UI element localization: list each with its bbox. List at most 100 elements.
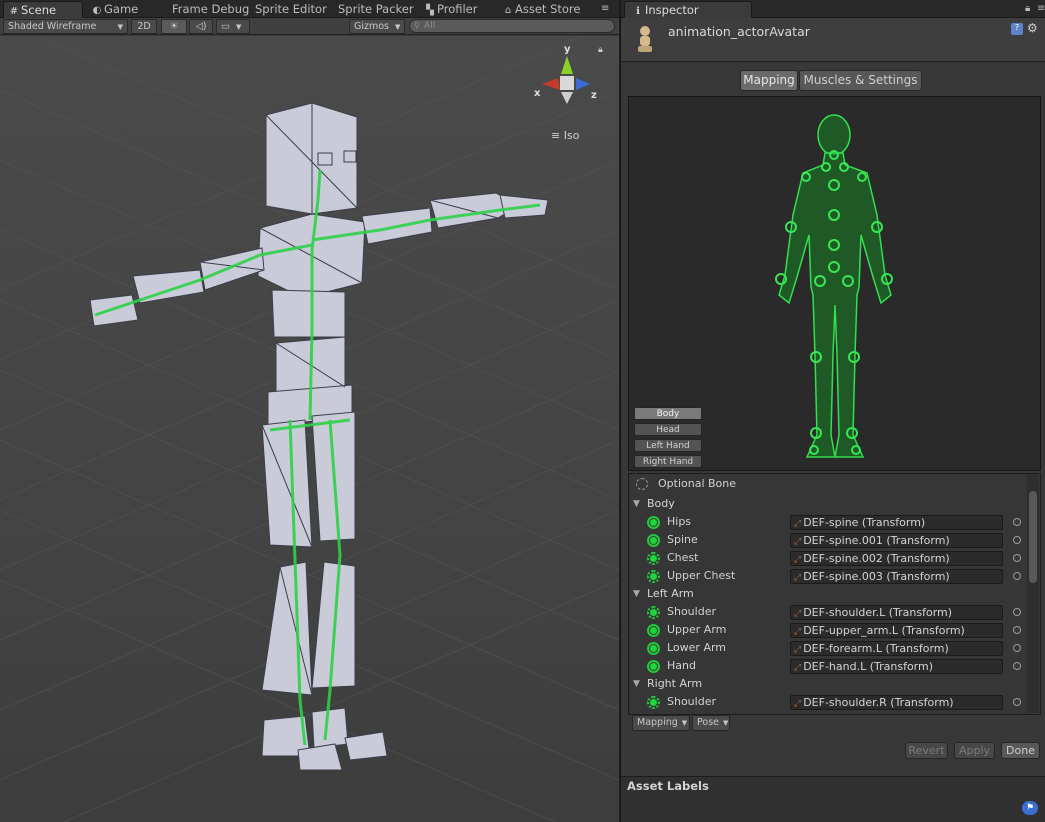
bone-status-icon (647, 624, 660, 637)
2d-toggle[interactable]: 2D (131, 19, 157, 34)
lighting-toggle[interactable]: ☀ (161, 19, 187, 34)
inspector-panel: ℹ Inspector 🔒︎ ≡ animation_actorAvatar ? … (620, 0, 1045, 822)
orientation-gizmo[interactable] (530, 46, 600, 106)
z-axis-cone[interactable] (576, 78, 590, 90)
panel-menu-icon[interactable]: ≡ (601, 1, 609, 18)
transform-icon: ⤢ (794, 555, 802, 565)
tab-inspector[interactable]: ℹ Inspector (624, 1, 752, 18)
pose-dropdown[interactable]: Pose ▼ (692, 715, 730, 731)
transform-field[interactable]: ⤢ DEF-spine.001 (Transform) (790, 533, 1003, 548)
bone-row: Shoulder ⤢ DEF-shoulder.L (Transform) (629, 603, 1027, 621)
expand-triangle-icon: ▼ (633, 499, 640, 509)
inspector-tab-bar: ℹ Inspector 🔒︎ ≡ (621, 0, 1045, 18)
avatar-body-view: Body Head Left Hand Right Hand (628, 96, 1041, 471)
gizmos-dropdown[interactable]: Gizmos ▼ (349, 19, 405, 34)
help-icon[interactable]: ? (1011, 23, 1023, 35)
apply-button[interactable]: Apply (954, 742, 995, 759)
bone-row: Upper Arm ⤢ DEF-upper_arm.L (Transform) (629, 621, 1027, 639)
object-picker-icon[interactable] (1013, 662, 1021, 670)
menu-lines-icon: ≡ (551, 129, 561, 142)
transform-field[interactable]: ⤢ DEF-spine.003 (Transform) (790, 569, 1003, 584)
x-axis-cone[interactable] (542, 78, 560, 90)
bone-status-icon (647, 606, 660, 619)
inspector-lock-icon[interactable]: 🔒︎ (1025, 1, 1030, 18)
tab-scene[interactable]: # Scene (3, 1, 83, 18)
transform-icon: ⤢ (794, 663, 802, 673)
bone-mapping-list: Optional Bone ▼ Body Hips ⤢ DEF-spine (Tran… (628, 473, 1041, 715)
image-icon: ▭ (221, 21, 230, 32)
object-picker-icon[interactable] (1013, 554, 1021, 562)
scrollbar-thumb[interactable] (1029, 491, 1037, 583)
asset-name: animation_actorAvatar (668, 24, 810, 39)
scene-panel: # Scene ◐ Game Frame Debug Sprite Editor S… (0, 0, 619, 822)
tab-profiler[interactable]: ▚ Profiler (425, 1, 477, 18)
list-scrollbar[interactable] (1027, 475, 1039, 713)
bone-row: Hand ⤢ DEF-hand.L (Transform) (629, 657, 1027, 675)
tab-sprite-editor[interactable]: Sprite Editor (255, 1, 327, 18)
tab-muscles-settings[interactable]: Muscles & Settings (799, 70, 922, 91)
tab-sprite-packer[interactable]: Sprite Packer (338, 1, 414, 18)
bone-row: Lower Arm ⤢ DEF-forearm.L (Transform) (629, 639, 1027, 657)
object-picker-icon[interactable] (1013, 518, 1021, 526)
object-picker-icon[interactable] (1013, 644, 1021, 652)
transform-field[interactable]: ⤢ DEF-shoulder.L (Transform) (790, 605, 1003, 620)
body-part-right-hand-button[interactable]: Right Hand (634, 455, 702, 468)
gizmo-x-label: x (534, 88, 541, 99)
transform-icon: ⤢ (794, 627, 802, 637)
settings-gear-icon[interactable]: ⚙ (1027, 21, 1038, 35)
humanoid-silhouette (775, 114, 893, 458)
y-axis-cone[interactable] (561, 56, 573, 74)
scene-3d-view (0, 36, 619, 822)
tab-asset-store[interactable]: ⌂ Asset Store (503, 1, 581, 18)
transform-field[interactable]: ⤢ DEF-spine.002 (Transform) (790, 551, 1003, 566)
transform-icon: ⤢ (794, 573, 802, 583)
revert-button[interactable]: Revert (905, 742, 948, 759)
transform-field[interactable]: ⤢ DEF-upper_arm.L (Transform) (790, 623, 1003, 638)
body-part-head-button[interactable]: Head (634, 423, 702, 436)
bone-row: Upper Chest ⤢ DEF-spine.003 (Transform) (629, 567, 1027, 585)
bone-row: Spine ⤢ DEF-spine.001 (Transform) (629, 531, 1027, 549)
effects-dropdown[interactable]: ▭ ▼ (216, 19, 250, 34)
transform-field[interactable]: ⤢ DEF-spine (Transform) (790, 515, 1003, 530)
projection-toggle[interactable]: ≡ Iso (551, 129, 579, 142)
search-icon: ⚲ (414, 21, 420, 30)
scene-search-input[interactable]: ⚲ All (409, 19, 615, 33)
optional-bone-legend: Optional Bone (629, 475, 1027, 493)
tab-frame-debug[interactable]: Frame Debug (172, 1, 249, 18)
group-right-arm[interactable]: ▼ Right Arm (629, 675, 1027, 693)
transform-icon: ⤢ (794, 645, 802, 655)
bone-status-icon (647, 552, 660, 565)
inspector-header: animation_actorAvatar ? ⚙ (621, 18, 1045, 62)
cart-icon: ⌂ (504, 5, 512, 16)
object-picker-icon[interactable] (1013, 626, 1021, 634)
audio-toggle[interactable]: ◁) (189, 19, 213, 34)
gizmo-z-label: z (591, 90, 597, 101)
object-picker-icon[interactable] (1013, 698, 1021, 706)
bone-row: Shoulder ⤢ DEF-shoulder.R (Transform) (629, 693, 1027, 711)
transform-field[interactable]: ⤢ DEF-hand.L (Transform) (790, 659, 1003, 674)
transform-field[interactable]: ⤢ DEF-shoulder.R (Transform) (790, 695, 1003, 710)
center-cube[interactable] (560, 76, 574, 90)
tab-game[interactable]: ◐ Game (92, 1, 139, 18)
bone-status-icon (647, 642, 660, 655)
group-left-arm[interactable]: ▼ Left Arm (629, 585, 1027, 603)
draw-mode-dropdown[interactable]: Shaded Wireframe ▼ (3, 19, 128, 34)
bone-status-icon (647, 534, 660, 547)
tag-icon[interactable]: ⚑ (1022, 801, 1038, 815)
tab-mapping[interactable]: Mapping (740, 70, 798, 91)
mapping-dropdown[interactable]: Mapping ▼ (632, 715, 690, 731)
inspector-menu-icon[interactable]: ≡ (1037, 1, 1045, 18)
object-picker-icon[interactable] (1013, 572, 1021, 580)
body-part-left-hand-button[interactable]: Left Hand (634, 439, 702, 452)
body-part-body-button[interactable]: Body (634, 407, 702, 420)
lock-icon[interactable]: 🔒︎ (598, 45, 603, 55)
transform-field[interactable]: ⤢ DEF-forearm.L (Transform) (790, 641, 1003, 656)
scene-viewport[interactable]: y x z 🔒︎ ≡ Iso (0, 36, 619, 822)
bone-status-icon (647, 570, 660, 583)
asset-labels-section: Asset Labels ⚑ (621, 776, 1045, 822)
object-picker-icon[interactable] (1013, 536, 1021, 544)
group-body[interactable]: ▼ Body (629, 495, 1027, 513)
object-picker-icon[interactable] (1013, 608, 1021, 616)
expand-triangle-icon: ▼ (633, 589, 640, 599)
done-button[interactable]: Done (1001, 742, 1040, 759)
